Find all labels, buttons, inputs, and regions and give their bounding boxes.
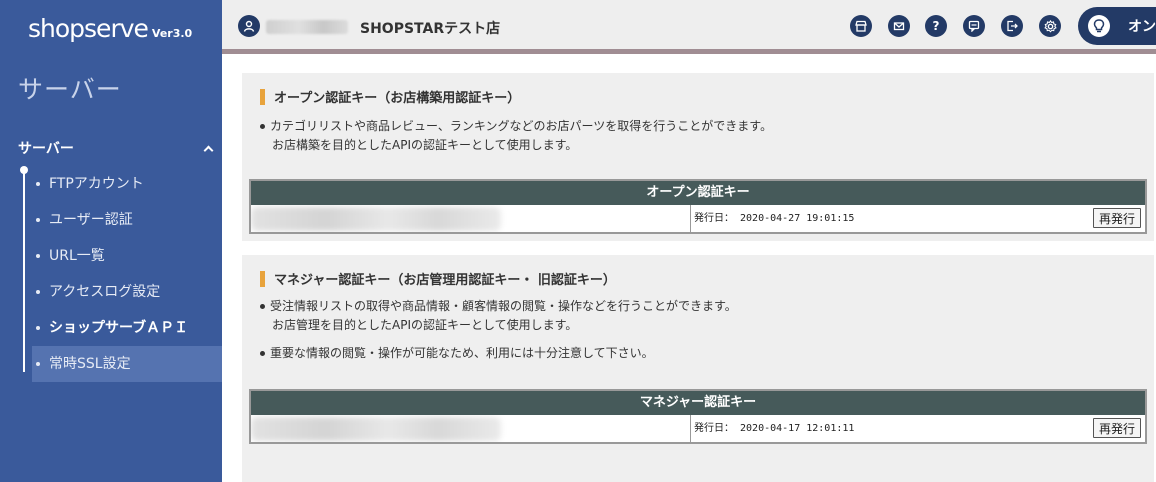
online-label: オン: [1128, 19, 1156, 35]
panel-description: 受注情報リストの取得や商品情報・顧客情報の閲覧・操作などを行うことができます。 …: [260, 297, 737, 363]
sidebar-item-label: ショップサーブＡＰＩ: [49, 320, 189, 336]
online-button[interactable]: オン: [1078, 7, 1156, 45]
lightbulb-icon: [1088, 15, 1110, 37]
issue-date: 発行日： 2020-04-17 12:01:11: [694, 423, 855, 434]
sidebar-item-shopserve-api[interactable]: ショップサーブＡＰＩ: [32, 310, 222, 346]
bullet-icon: [36, 326, 40, 330]
store-name: SHOPSTARテスト店: [360, 21, 501, 37]
logo-version: Ver3.0: [151, 27, 193, 40]
mail-icon[interactable]: [888, 15, 910, 37]
reissue-button[interactable]: 再発行: [1092, 208, 1141, 228]
key-value-cell[interactable]: [251, 205, 691, 232]
logout-icon[interactable]: [1001, 15, 1023, 37]
bullet-icon: [260, 351, 265, 356]
sidebar-nav: FTPアカウント ユーザー認証 URL一覧 アクセスログ設定 ショップサーブＡＰ…: [32, 166, 222, 382]
desc-line: 受注情報リストの取得や商品情報・顧客情報の閲覧・操作などを行うことができます。: [270, 299, 737, 313]
help-icon[interactable]: ?: [925, 15, 947, 37]
user-name-blurred: [266, 20, 348, 34]
bullet-icon: [36, 290, 40, 294]
reissue-button[interactable]: 再発行: [1092, 418, 1141, 438]
logo[interactable]: shopserve Ver3.0: [28, 14, 192, 43]
bullet-icon: [36, 182, 40, 186]
gear-icon[interactable]: [1039, 15, 1061, 37]
manager-key-panel: マネジャー認証キー（お店管理用認証キー・ 旧認証キー） 受注情報リストの取得や商…: [242, 255, 1154, 482]
desc-line: 重要な情報の閲覧・操作が可能なため、利用には十分注意して下さい。: [270, 346, 654, 360]
table-row: 発行日： 2020-04-17 12:01:11 再発行: [251, 415, 1145, 442]
bullet-icon: [36, 218, 40, 222]
desc-line: お店管理を目的としたAPIの認証キーとして使用します。: [272, 318, 578, 332]
table-header: マネジャー認証キー: [251, 391, 1145, 415]
sidebar: shopserve Ver3.0 サーバー サーバー FTPアカウント ユーザー…: [0, 0, 222, 482]
sidebar-item-access-log[interactable]: アクセスログ設定: [32, 274, 222, 310]
sidebar-item-label: URL一覧: [49, 248, 105, 264]
sidebar-item-label: 常時SSL設定: [49, 356, 131, 372]
bullet-icon: [260, 124, 265, 129]
message-icon[interactable]: [963, 15, 985, 37]
key-blurred: [251, 207, 501, 231]
panel-title: マネジャー認証キー（お店管理用認証キー・ 旧認証キー）: [260, 269, 616, 288]
title-accent: [260, 270, 265, 287]
table-row: 発行日： 2020-04-27 19:01:15 再発行: [251, 205, 1145, 232]
sidebar-item-ssl[interactable]: 常時SSL設定: [32, 346, 222, 382]
nav-tree-line: [23, 172, 25, 372]
nav-tree-dot: [20, 166, 28, 174]
sidebar-title: サーバー: [18, 75, 122, 104]
sidebar-item-label: FTPアカウント: [49, 176, 144, 192]
main-content: オープン認証キー（お店構築用認証キー） カテゴリリストや商品レビュー、ランキング…: [232, 59, 1156, 482]
open-key-table: オープン認証キー 発行日： 2020-04-27 19:01:15 再発行: [249, 179, 1147, 234]
key-value-cell[interactable]: [251, 415, 691, 442]
sidebar-item-label: アクセスログ設定: [49, 284, 161, 300]
sidebar-item-user-auth[interactable]: ユーザー認証: [32, 202, 222, 238]
panel-title-text: オープン認証キー（お店構築用認証キー）: [274, 91, 521, 106]
table-header: オープン認証キー: [251, 181, 1145, 205]
bullet-icon: [260, 304, 265, 309]
desc-line: カテゴリリストや商品レビュー、ランキングなどのお店パーツを取得を行うことができま…: [270, 119, 773, 133]
issue-date: 発行日： 2020-04-27 19:01:15: [694, 213, 855, 224]
panel-title: オープン認証キー（お店構築用認証キー）: [260, 87, 520, 106]
user-icon[interactable]: [238, 15, 260, 37]
header: SHOPSTARテスト店 ? オン: [222, 0, 1156, 54]
panel-title-text: マネジャー認証キー（お店管理用認証キー・ 旧認証キー）: [274, 273, 616, 288]
sidebar-section-label: サーバー: [18, 141, 74, 157]
logo-text: shopserve: [28, 14, 149, 43]
sidebar-item-ftp-account[interactable]: FTPアカウント: [32, 166, 222, 202]
manager-key-table: マネジャー認証キー 発行日： 2020-04-17 12:01:11 再発行: [249, 389, 1147, 444]
open-key-panel: オープン認証キー（お店構築用認証キー） カテゴリリストや商品レビュー、ランキング…: [242, 73, 1154, 241]
store-icon[interactable]: [850, 15, 872, 37]
panel-description: カテゴリリストや商品レビュー、ランキングなどのお店パーツを取得を行うことができま…: [260, 117, 772, 155]
title-accent: [260, 88, 265, 105]
sidebar-item-label: ユーザー認証: [49, 212, 133, 228]
bullet-icon: [36, 254, 40, 258]
bullet-icon: [36, 362, 40, 366]
sidebar-item-url-list[interactable]: URL一覧: [32, 238, 222, 274]
sidebar-section-server[interactable]: サーバー: [18, 138, 216, 158]
desc-line: お店構築を目的としたAPIの認証キーとして使用します。: [272, 138, 578, 152]
chevron-up-icon[interactable]: [203, 145, 214, 155]
key-blurred: [251, 417, 501, 441]
